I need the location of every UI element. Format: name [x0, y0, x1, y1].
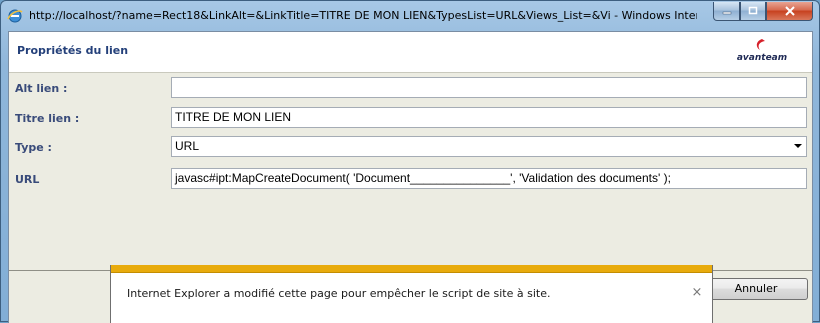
notification-message: Internet Explorer a modifié cette page p… — [127, 287, 551, 300]
alt-label: Alt lien : — [15, 82, 68, 95]
minimize-icon — [722, 11, 731, 15]
type-select-value: URL — [175, 139, 200, 153]
security-notification: Internet Explorer a modifié cette page p… — [110, 265, 713, 323]
browser-window: http://localhost/?name=Rect18&LinkAlt=&L… — [0, 0, 820, 323]
avanteam-logo: avanteam — [731, 38, 793, 66]
maximize-icon — [748, 6, 758, 15]
dropdown-arrow-icon[interactable] — [794, 144, 802, 148]
url-label: URL — [15, 173, 40, 186]
notification-bar — [111, 265, 712, 273]
dialog-header: Propriétés du lien avanteam — [9, 32, 812, 73]
page-title: Propriétés du lien — [17, 44, 129, 57]
type-row: Type : URL — [9, 136, 812, 158]
close-button[interactable] — [766, 2, 813, 21]
url-input[interactable]: javasc#ipt:MapCreateDocument( 'Document_… — [171, 168, 807, 189]
alt-input[interactable] — [171, 77, 807, 98]
window-title: http://localhost/?name=Rect18&LinkAlt=&L… — [29, 9, 697, 22]
url-row: URL javasc#ipt:MapCreateDocument( 'Docum… — [9, 168, 812, 190]
title-row: Titre lien : TITRE DE MON LIEN — [9, 107, 812, 129]
internet-explorer-icon — [7, 9, 23, 23]
title-label: Titre lien : — [15, 112, 80, 125]
minimize-button[interactable] — [713, 2, 740, 21]
type-label: Type : — [15, 141, 52, 154]
logo-text: avanteam — [736, 53, 788, 63]
cancel-button[interactable]: Annuler — [704, 278, 808, 300]
notification-close-icon[interactable]: × — [690, 286, 704, 300]
title-bar[interactable]: http://localhost/?name=Rect18&LinkAlt=&L… — [1, 1, 820, 31]
alt-row: Alt lien : — [9, 77, 812, 99]
logo-swoosh-icon — [756, 39, 765, 50]
title-input[interactable]: TITRE DE MON LIEN — [171, 107, 807, 128]
close-icon — [784, 6, 795, 16]
maximize-button[interactable] — [740, 2, 766, 21]
type-select[interactable]: URL — [171, 136, 807, 157]
